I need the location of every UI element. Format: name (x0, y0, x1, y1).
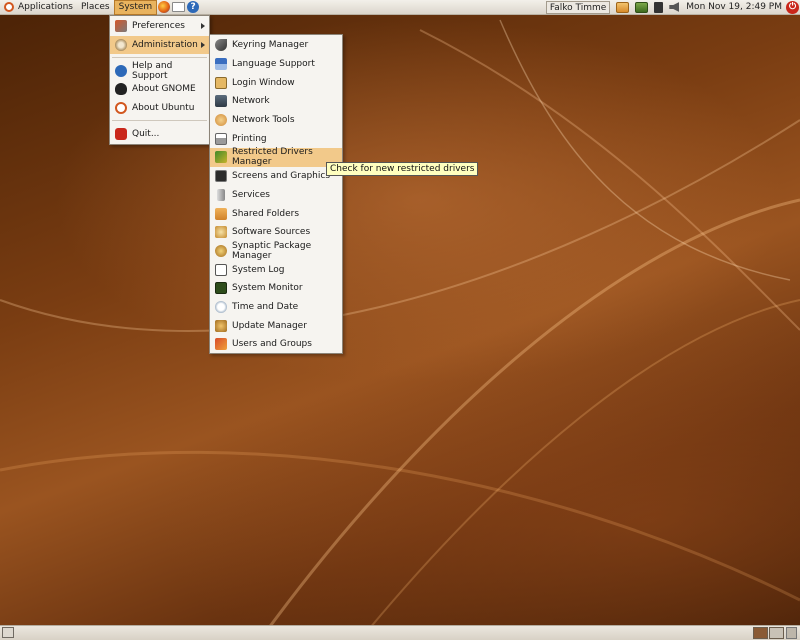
menu-item-label: Services (232, 189, 270, 200)
menu-item-synaptic-package-manager[interactable]: Synaptic Package Manager (210, 240, 342, 261)
gnome-foot-icon (115, 83, 127, 96)
menu-item-label: Shared Folders (232, 208, 300, 219)
menu-separator (112, 120, 207, 122)
system-monitor-icon (215, 282, 227, 295)
applications-label: Applications (18, 2, 73, 12)
software-sources-icon (215, 226, 227, 239)
menu-item-preferences[interactable]: Preferences (110, 17, 209, 36)
system-log-icon (215, 263, 227, 276)
applications-menu[interactable]: Applications (0, 0, 77, 15)
power-icon[interactable]: ⏻ (786, 0, 799, 14)
show-desktop-icon[interactable] (2, 627, 14, 638)
network-status-icon[interactable] (654, 1, 664, 13)
menu-item-login-window[interactable]: Login Window (210, 73, 342, 92)
menu-item-label: Language Support (232, 59, 315, 70)
menu-item-screens-and-graphics[interactable]: Screens and Graphics (210, 167, 342, 186)
menu-item-label: Users and Groups (232, 339, 312, 350)
menu-item-label: Printing (232, 133, 267, 144)
trash-icon[interactable] (786, 627, 797, 639)
menu-item-about-ubuntu[interactable]: About Ubuntu (110, 99, 209, 118)
menu-item-users-and-groups[interactable]: Users and Groups (210, 335, 342, 354)
clock-icon (215, 300, 227, 313)
menu-item-label: About Ubuntu (132, 103, 195, 114)
tooltip: Check for new restricted drivers (326, 162, 479, 176)
synaptic-icon (215, 244, 227, 257)
menu-item-help-and-support[interactable]: Help and Support (110, 60, 209, 81)
restricted-drivers-icon (215, 151, 227, 164)
administration-submenu: Keyring Manager Language Support Login W… (209, 34, 343, 354)
network-tools-icon (215, 114, 227, 127)
menu-item-update-manager[interactable]: Update Manager (210, 316, 342, 335)
login-window-icon (215, 76, 227, 89)
places-label: Places (80, 2, 110, 12)
menu-item-services[interactable]: Services (210, 186, 342, 205)
administration-icon (115, 39, 127, 52)
system-label: System (118, 2, 153, 12)
menu-item-label: Keyring Manager (232, 40, 309, 51)
menu-item-label: Update Manager (232, 320, 307, 331)
menu-item-label: System Log (232, 264, 285, 275)
menu-item-restricted-drivers-manager[interactable]: Restricted Drivers Manager (210, 147, 342, 167)
menu-item-network[interactable]: Network (210, 92, 342, 111)
shared-folder-icon (215, 207, 227, 220)
top-panel: Applications Places System ? Falko Timme… (0, 0, 800, 15)
places-menu[interactable]: Places (77, 0, 114, 15)
menu-item-keyring-manager[interactable]: Keyring Manager (210, 36, 342, 55)
help-icon (115, 64, 127, 77)
firefox-icon[interactable] (158, 1, 171, 13)
ubuntu-logo-icon (115, 102, 127, 115)
menu-item-label: Software Sources (232, 227, 311, 238)
workspace-2[interactable] (769, 627, 784, 639)
menu-item-label: Network (232, 96, 270, 107)
help-icon[interactable]: ? (187, 1, 200, 13)
menu-item-label: Synaptic Package Manager (232, 240, 312, 261)
bottom-panel (0, 625, 800, 640)
notification-applet-icon[interactable] (616, 1, 630, 13)
menu-item-time-and-date[interactable]: Time and Date (210, 298, 342, 317)
monitor-icon (215, 170, 227, 183)
keyring-icon (215, 39, 227, 52)
menu-item-label: Login Window (232, 77, 295, 88)
menu-item-about-gnome[interactable]: About GNOME (110, 80, 209, 99)
menu-item-system-monitor[interactable]: System Monitor (210, 279, 342, 298)
update-manager-icon (215, 319, 227, 332)
menu-item-language-support[interactable]: Language Support (210, 55, 342, 74)
update-notifier-icon[interactable] (635, 1, 649, 13)
submenu-arrow-icon (201, 42, 205, 49)
power-icon (115, 127, 127, 140)
language-flag-icon (215, 58, 227, 71)
menu-item-system-log[interactable]: System Log (210, 260, 342, 279)
preferences-icon (115, 20, 127, 33)
menu-item-shared-folders[interactable]: Shared Folders (210, 204, 342, 223)
menu-item-label: Help and Support (132, 60, 173, 81)
menu-item-label: Quit... (132, 128, 160, 139)
network-icon (215, 95, 227, 108)
menu-item-administration[interactable]: Administration (110, 35, 209, 55)
printer-icon (215, 132, 227, 145)
menu-item-label: Network Tools (232, 115, 295, 126)
users-groups-icon (215, 338, 227, 351)
workspace-1[interactable] (753, 627, 768, 639)
menu-item-quit[interactable]: Quit... (110, 124, 209, 143)
menu-item-software-sources[interactable]: Software Sources (210, 223, 342, 242)
clock[interactable]: Mon Nov 19, 2:49 PM (682, 2, 786, 12)
menu-item-label: Administration (132, 40, 198, 51)
volume-icon[interactable] (669, 2, 680, 12)
ubuntu-logo-icon (4, 2, 14, 12)
services-icon (217, 188, 225, 201)
menu-separator (112, 57, 207, 59)
menu-item-label: Preferences (132, 21, 185, 32)
menu-item-label: Time and Date (232, 301, 299, 312)
mail-icon[interactable] (172, 2, 186, 12)
submenu-arrow-icon (201, 23, 205, 30)
menu-item-printing[interactable]: Printing (210, 129, 342, 148)
system-menu-button[interactable]: System (113, 0, 158, 15)
menu-item-label: System Monitor (232, 283, 303, 294)
user-switcher[interactable]: Falko Timme (545, 0, 611, 14)
menu-item-network-tools[interactable]: Network Tools (210, 111, 342, 130)
menu-item-label: About GNOME (132, 84, 196, 95)
system-menu: Preferences Administration Help and Supp… (109, 15, 210, 145)
menu-item-label: Screens and Graphics (232, 171, 331, 182)
